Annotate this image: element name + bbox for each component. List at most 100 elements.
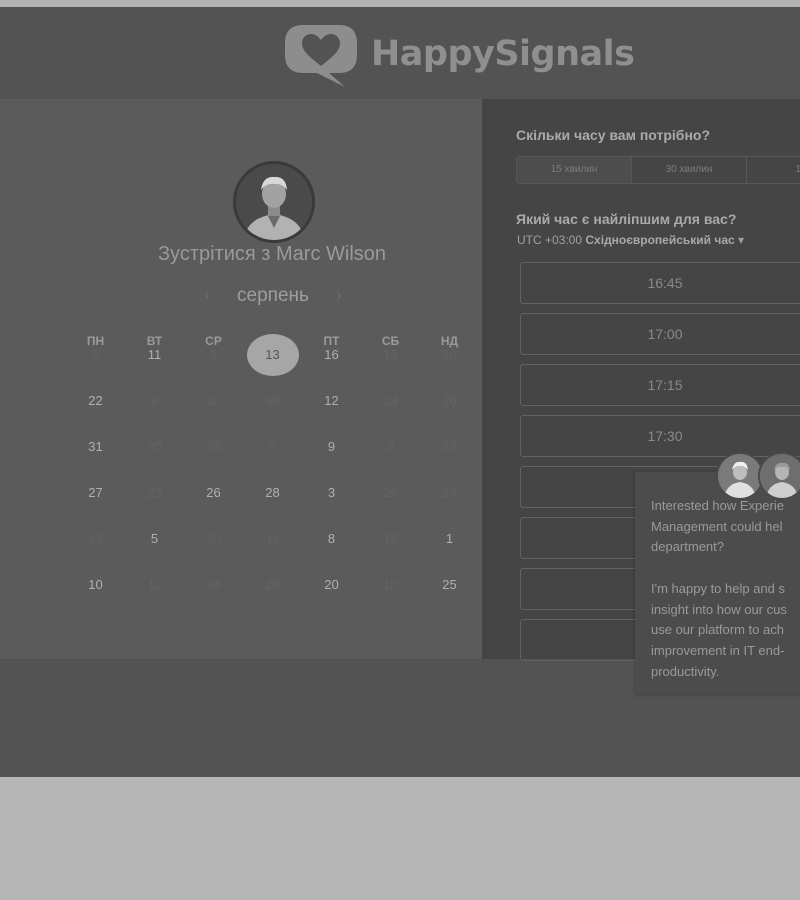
calendar-day: 3 <box>184 344 243 366</box>
time-slot-button[interactable]: 17:15 <box>520 364 800 406</box>
calendar-day: 23 <box>125 482 184 504</box>
duration-option[interactable]: 30 хвилин <box>632 157 747 183</box>
duration-option[interactable]: 15 хвилин <box>517 157 632 183</box>
calendar-day: 30 <box>420 344 479 366</box>
calendar-day: 13 <box>66 528 125 550</box>
calendar-day-number: 24 <box>442 485 457 500</box>
calendar-day: 20 <box>243 574 302 596</box>
calendar-day[interactable]: 3 <box>302 482 361 504</box>
chevron-right-icon[interactable]: › <box>332 287 346 305</box>
calendar-day-number: 11 <box>147 347 162 362</box>
calendar-day[interactable]: 27 <box>66 482 125 504</box>
calendar-day-number: 10 <box>206 393 221 408</box>
calendar-day-number: 1 <box>445 531 454 546</box>
calendar-day: 11 <box>243 528 302 550</box>
timezone-name: Східноєвропейський час <box>585 233 735 247</box>
calendar-day-number: 12 <box>383 531 398 546</box>
calendar-day-number: 30 <box>442 347 457 362</box>
time-slot-button[interactable]: 17:00 <box>520 313 800 355</box>
calendar-day-number: 25 <box>442 577 457 592</box>
calendar-day: 9 <box>125 390 184 412</box>
month-label: серпень <box>237 285 309 306</box>
chat-message: Interested how Experie Management could … <box>651 498 787 679</box>
calendar-day-number: 28 <box>265 485 280 500</box>
calendar-day-number: 13 <box>265 347 280 362</box>
calendar-day-number: 3 <box>209 347 218 362</box>
calendar-day-number: 31 <box>88 439 103 454</box>
calendar-day-number: 13 <box>88 531 103 546</box>
calendar-day: 30 <box>184 528 243 550</box>
calendar-day[interactable]: 9 <box>302 436 361 458</box>
calendar-day-number: 12 <box>324 393 339 408</box>
month-navigation: ‹ серпень › <box>200 282 346 310</box>
chat-agent-avatar[interactable] <box>716 452 764 500</box>
time-slot-button[interactable]: 16:45 <box>520 262 800 304</box>
calendar-day[interactable]: 1 <box>420 528 479 550</box>
calendar-day: 24 <box>420 482 479 504</box>
chat-agent-avatar[interactable] <box>758 452 800 500</box>
calendar-day[interactable]: 5 <box>125 528 184 550</box>
calendar-day: 11 <box>125 574 184 596</box>
calendar-day: 24 <box>361 390 420 412</box>
calendar-day-number: 23 <box>147 485 162 500</box>
calendar-day-number: 2 <box>386 439 395 454</box>
person-photo-icon <box>236 164 312 240</box>
calendar-day-number: 30 <box>147 439 162 454</box>
calendar-day-number: 10 <box>88 577 103 592</box>
calendar-day: 5 <box>66 344 125 366</box>
calendar-day[interactable]: 25 <box>420 574 479 596</box>
calendar-day: 26 <box>361 482 420 504</box>
calendar-day: 15 <box>361 344 420 366</box>
calendar-day-number: 24 <box>383 393 398 408</box>
caret-down-icon: ▾ <box>738 233 745 247</box>
calendar-day-number: 3 <box>327 485 336 500</box>
calendar-day: 23 <box>184 436 243 458</box>
calendar-day-number: 30 <box>206 531 221 546</box>
timezone-selector[interactable]: UTC +03:00 Східноєвропейський час ▾ <box>517 233 744 247</box>
calendar-day-number: 26 <box>442 393 457 408</box>
calendar-day[interactable]: 10 <box>66 574 125 596</box>
calendar-day-number: 5 <box>150 531 159 546</box>
duration-options: 15 хвилин30 хвилин1 го <box>516 156 800 184</box>
calendar-day-number: 11 <box>265 531 280 546</box>
calendar-day: 10 <box>184 390 243 412</box>
person-photo-icon <box>760 454 800 498</box>
chevron-left-icon[interactable]: ‹ <box>200 287 214 305</box>
time-slot-button[interactable]: 17:30 <box>520 415 800 457</box>
calendar-day-number: 15 <box>383 347 398 362</box>
calendar-day[interactable]: 26 <box>184 482 243 504</box>
calendar-day-number: 5 <box>91 347 100 362</box>
calendar-week: 10 11 24 20 20 10 25 <box>66 577 482 626</box>
calendar-day[interactable]: 20 <box>302 574 361 596</box>
calendar-day[interactable]: 11 <box>125 344 184 366</box>
host-avatar <box>233 161 315 243</box>
calendar-day: 2 <box>361 436 420 458</box>
meeting-title: Зустрітися з Marc Wilson <box>157 243 387 265</box>
calendar-day: 6 <box>243 436 302 458</box>
calendar-day[interactable]: 12 <box>302 390 361 412</box>
calendar-day-number: 22 <box>88 393 103 408</box>
calendar-day-number: 26 <box>206 485 221 500</box>
calendar-day[interactable]: 28 <box>243 482 302 504</box>
calendar-day: 26 <box>420 390 479 412</box>
calendar-day-number: 27 <box>88 485 103 500</box>
calendar-day-number: 23 <box>206 439 221 454</box>
calendar-day-number: 16 <box>324 347 339 362</box>
calendar-day-number: 11 <box>147 577 162 592</box>
calendar-day-number: 26 <box>383 485 398 500</box>
calendar-day[interactable]: 8 <box>302 528 361 550</box>
chat-popup[interactable]: Interested how Experie Management could … <box>635 472 800 694</box>
calendar-day-number: 6 <box>268 439 277 454</box>
person-photo-icon <box>718 454 762 498</box>
calendar-day: 30 <box>125 436 184 458</box>
calendar-day[interactable]: 31 <box>66 436 125 458</box>
calendar-day[interactable]: 16 <box>302 344 361 366</box>
calendar-day-number: 24 <box>206 577 221 592</box>
duration-option[interactable]: 1 го <box>747 157 800 183</box>
calendar-weeks: 5 11 3 13 16 15 30 22 9 10 30 12 24 26 31 30 23 6 9 2 23 27 23… <box>66 334 482 626</box>
calendar-day[interactable]: 22 <box>66 390 125 412</box>
calendar-day-number: 10 <box>383 577 398 592</box>
brand-name: HappySignals <box>371 34 635 74</box>
calendar-day-number: 8 <box>327 531 336 546</box>
calendar-day-selected[interactable]: 13 <box>243 334 302 376</box>
